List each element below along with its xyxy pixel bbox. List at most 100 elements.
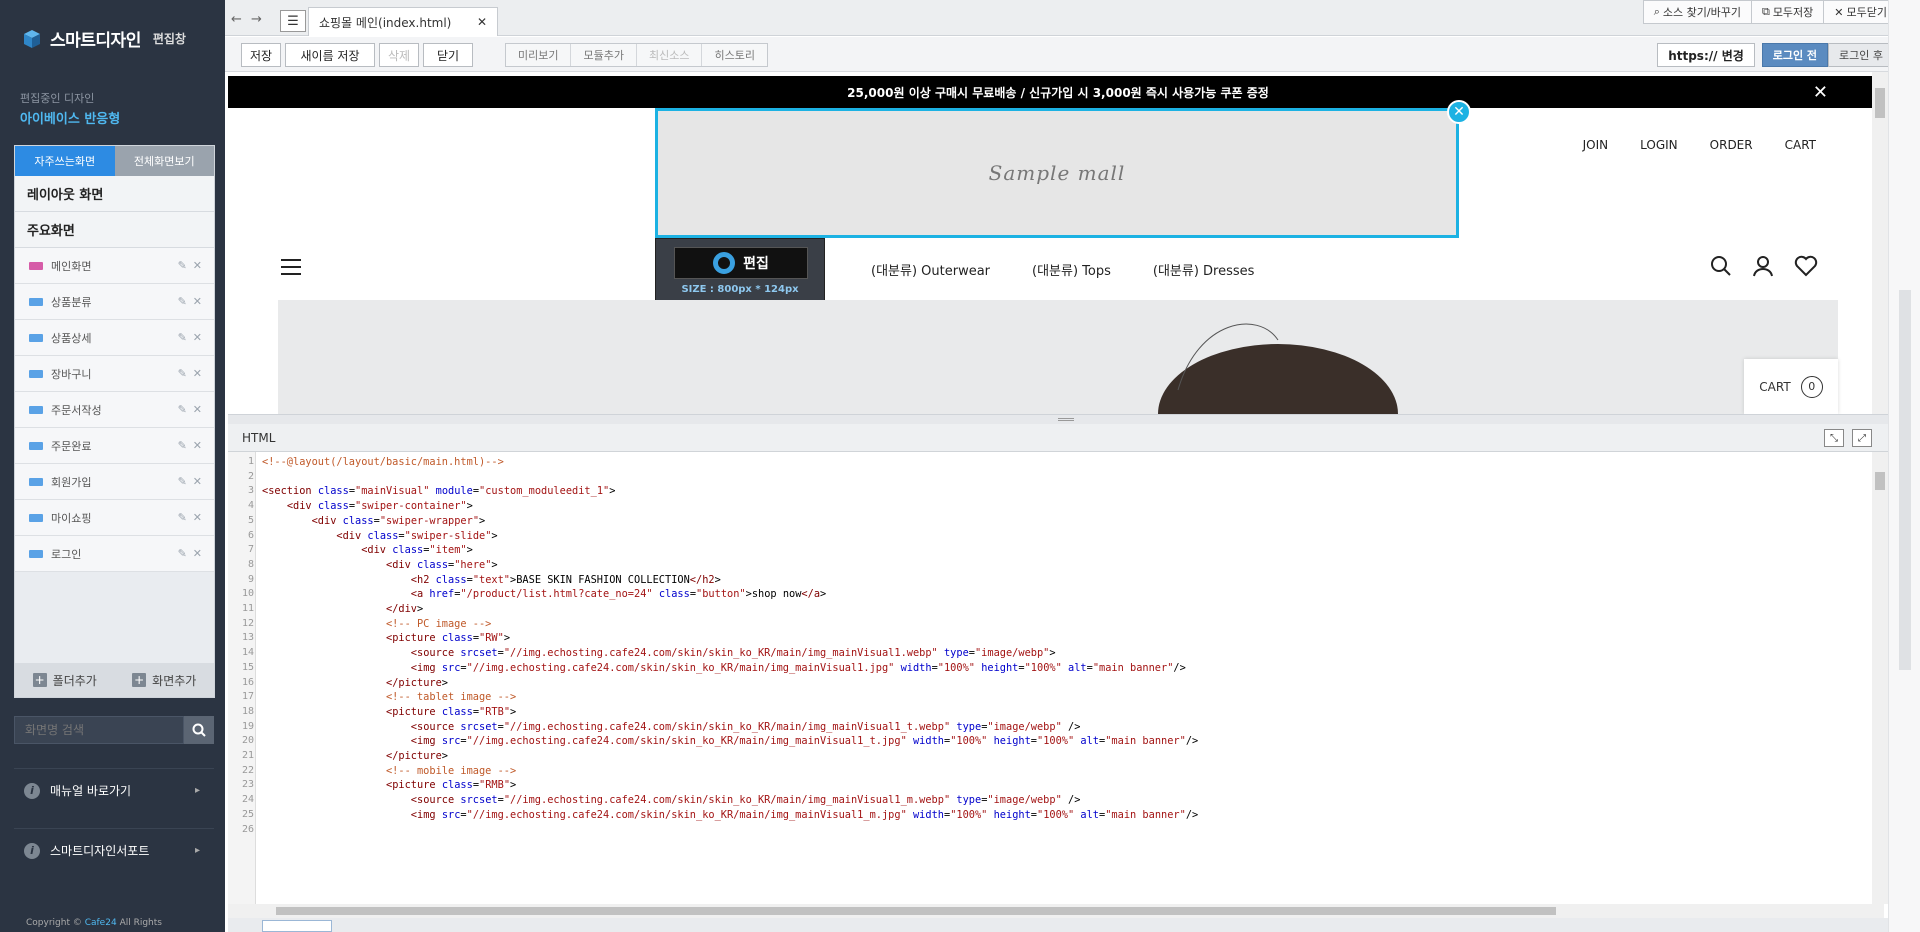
- list-item[interactable]: 주문서작성 ✎ ✕: [15, 392, 214, 428]
- file-tab-label: 쇼핑몰 메인(index.html): [319, 15, 452, 30]
- left-sidebar: 스마트디자인 편집창 편집중인 디자인 아이베이스 반응형 자주쓰는화면 전체화…: [0, 0, 225, 932]
- list-item[interactable]: 주문완료 ✎ ✕: [15, 428, 214, 464]
- edit-icon[interactable]: ✎: [178, 547, 187, 560]
- save-all-button[interactable]: ⧉ 모두저장: [1750, 0, 1825, 24]
- order-link[interactable]: ORDER: [1710, 138, 1753, 152]
- user-icon[interactable]: [1752, 255, 1774, 277]
- login-before-button[interactable]: 로그인 전: [1761, 43, 1829, 67]
- close-icon: ✕: [1834, 5, 1844, 19]
- category-tops[interactable]: (대분류) Tops: [1032, 260, 1111, 279]
- edit-icon[interactable]: ✎: [178, 403, 187, 416]
- code-editor[interactable]: 1 <!--@layout(/layout/basic/main.html)-->…: [228, 452, 1888, 904]
- list-item[interactable]: 메인화면 ✎ ✕: [15, 248, 214, 284]
- screen-search: [14, 716, 214, 744]
- search-button[interactable]: [184, 716, 214, 744]
- category-dresses[interactable]: (대분류) Dresses: [1153, 260, 1255, 279]
- cart-link[interactable]: CART: [1785, 138, 1816, 152]
- close-icon[interactable]: ✕: [193, 295, 202, 308]
- forward-arrow-icon[interactable]: →: [251, 12, 262, 27]
- list-item[interactable]: 장바구니 ✎ ✕: [15, 356, 214, 392]
- list-item-label: 주문완료: [51, 439, 92, 453]
- close-icon[interactable]: ✕: [193, 331, 202, 344]
- edit-icon[interactable]: ✎: [178, 331, 187, 344]
- code-horizontal-scrollbar[interactable]: [228, 904, 1884, 918]
- find-replace-button[interactable]: ⌕ 소스 찾기/바꾸기: [1642, 0, 1752, 24]
- list-item[interactable]: 로그인 ✎ ✕: [15, 536, 214, 572]
- code-vertical-scrollbar[interactable]: [1872, 452, 1888, 904]
- heart-icon[interactable]: [1794, 255, 1818, 277]
- close-icon[interactable]: ✕: [477, 15, 487, 29]
- list-item-label: 메인화면: [51, 259, 92, 273]
- tab-favorites[interactable]: 자주쓰는화면: [15, 146, 115, 176]
- login-link[interactable]: LOGIN: [1640, 138, 1678, 152]
- floating-cart[interactable]: CART 0: [1744, 359, 1838, 414]
- list-item[interactable]: 마이쇼핑 ✎ ✕: [15, 500, 214, 536]
- hamburger-icon[interactable]: [281, 259, 301, 280]
- model-photo: [1158, 323, 1398, 414]
- close-all-button[interactable]: ✕ 모두닫기: [1823, 0, 1898, 24]
- pane-splitter[interactable]: [228, 414, 1888, 424]
- edit-icon[interactable]: ✎: [178, 511, 187, 524]
- list-item-label: 회원가입: [51, 475, 92, 489]
- save-button[interactable]: 저장: [241, 43, 281, 67]
- close-icon[interactable]: ✕: [1813, 82, 1828, 103]
- search-input[interactable]: [14, 716, 184, 744]
- https-change-button[interactable]: https:// 변경: [1657, 43, 1755, 67]
- close-icon[interactable]: ✕: [193, 259, 202, 272]
- list-item[interactable]: 회원가입 ✎ ✕: [15, 464, 214, 500]
- manual-link[interactable]: i 매뉴얼 바로가기 ▸: [14, 768, 214, 812]
- list-icon[interactable]: ☰: [280, 10, 306, 32]
- history-button[interactable]: 히스토리: [702, 44, 766, 66]
- add-folder-button[interactable]: + 폴더추가: [15, 663, 115, 697]
- close-icon[interactable]: ✕: [1447, 100, 1471, 124]
- support-link[interactable]: i 스마트디자인서포트 ▸: [14, 828, 214, 872]
- top-tools: ⌕ 소스 찾기/바꾸기 ⧉ 모두저장 ✕ 모두닫기: [1642, 0, 1898, 24]
- add-screen-button[interactable]: + 화면추가: [115, 663, 215, 697]
- file-tab[interactable]: 쇼핑몰 메인(index.html) ✕: [308, 7, 498, 36]
- section-layout[interactable]: 레이아웃 화면: [15, 176, 214, 212]
- edit-button[interactable]: 편집: [674, 247, 808, 279]
- tab-all-screens[interactable]: 전체화면보기: [114, 146, 214, 176]
- close-icon[interactable]: ✕: [193, 511, 202, 524]
- close-icon[interactable]: ✕: [193, 547, 202, 560]
- selected-logo-module[interactable]: Sample mall: [655, 108, 1459, 238]
- add-module-button[interactable]: 모듈추가: [571, 44, 637, 66]
- preview-button[interactable]: 미리보기: [506, 44, 572, 66]
- panel-title: HTML: [242, 430, 276, 445]
- list-item[interactable]: 상품상세 ✎ ✕: [15, 320, 214, 356]
- close-button[interactable]: 닫기: [423, 43, 473, 67]
- chevron-right-icon: ▸: [194, 845, 200, 856]
- list-item-label: 마이쇼핑: [51, 511, 92, 525]
- expand-icon[interactable]: ⤢: [1852, 429, 1872, 447]
- edit-icon[interactable]: ✎: [178, 439, 187, 452]
- current-design-name[interactable]: 아이베이스 반응형: [20, 108, 120, 127]
- view-group: 미리보기 모듈추가 최신소스 히스토리: [505, 43, 768, 67]
- app-title: 스마트디자인: [50, 31, 141, 51]
- edit-icon[interactable]: ✎: [178, 367, 187, 380]
- delete-button[interactable]: 삭제: [379, 43, 419, 67]
- save-as-button[interactable]: 새이름 저장: [285, 43, 375, 67]
- page-icon: [29, 333, 43, 342]
- login-after-button[interactable]: 로그인 후: [1828, 43, 1894, 67]
- collapse-icon[interactable]: ⤡: [1824, 429, 1844, 447]
- section-main[interactable]: 주요화면: [15, 212, 214, 248]
- list-item[interactable]: 상품분류 ✎ ✕: [15, 284, 214, 320]
- edit-icon[interactable]: ✎: [178, 295, 187, 308]
- page-icon: [29, 369, 43, 378]
- back-arrow-icon[interactable]: ←: [231, 12, 242, 27]
- category-outerwear[interactable]: (대분류) Outerwear: [871, 260, 990, 279]
- copyright: Copyright © Cafe24 All Rights: [26, 918, 162, 928]
- latest-source-button[interactable]: 최신소스: [637, 44, 703, 66]
- close-icon[interactable]: ✕: [193, 439, 202, 452]
- info-icon: i: [24, 782, 40, 799]
- close-icon[interactable]: ✕: [193, 367, 202, 380]
- join-link[interactable]: JOIN: [1583, 138, 1609, 152]
- window-scrollbar[interactable]: [1888, 0, 1920, 932]
- edit-icon[interactable]: ✎: [178, 259, 187, 272]
- login-toggle: 로그인 전 로그인 후: [1761, 43, 1894, 67]
- edit-icon[interactable]: ✎: [178, 475, 187, 488]
- search-icon[interactable]: [1710, 255, 1732, 277]
- preview-scrollbar[interactable]: [1872, 72, 1888, 414]
- close-icon[interactable]: ✕: [193, 403, 202, 416]
- close-icon[interactable]: ✕: [193, 475, 202, 488]
